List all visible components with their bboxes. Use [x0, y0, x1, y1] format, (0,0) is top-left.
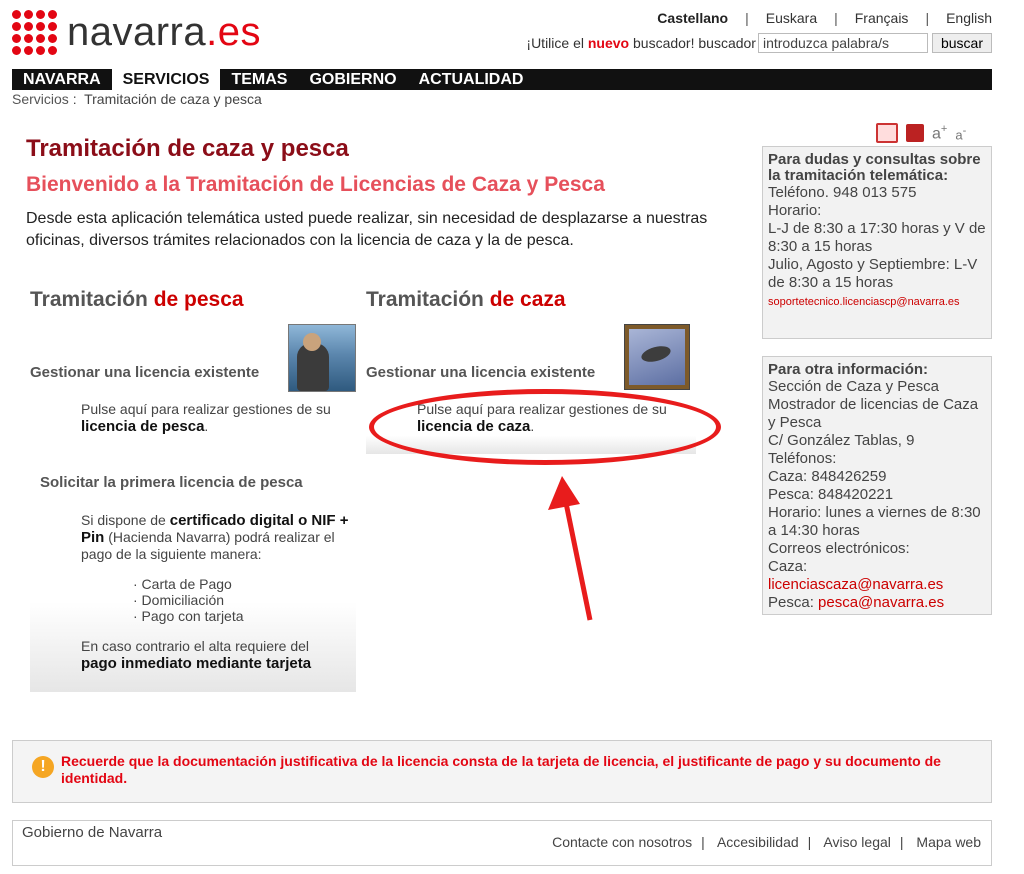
footer: Gobierno de Navarra Contacte con nosotro…: [12, 820, 992, 866]
warning-icon: !: [32, 756, 54, 778]
print-icon[interactable]: [876, 123, 898, 144]
info-line: C/ González Tablas, 9: [768, 432, 915, 449]
support-hours: L-J de 8:30 a 17:30 horas y V de 8:30 a …: [768, 220, 986, 255]
logo-dots-icon: [12, 9, 57, 55]
footer-links: Contacte con nosotros | Accesibilidad | Av…: [552, 834, 981, 850]
nav-servicios[interactable]: SERVICIOS: [111, 69, 221, 90]
pesca-first-license-heading: Solicitar la primera licencia de pesca: [40, 474, 303, 491]
nav-gobierno[interactable]: GOBIERNO: [298, 69, 407, 90]
support-phone: Teléfono. 948 013 575: [768, 184, 917, 201]
search-suffix: buscador! buscador: [633, 35, 756, 51]
footer-gov-link[interactable]: Gobierno de Navarra: [22, 824, 162, 841]
documentation-notice: ! Recuerde que la documentación justific…: [12, 740, 992, 803]
lang-english[interactable]: English: [946, 10, 992, 26]
notice-text: Recuerde que la documentación justificat…: [61, 753, 941, 786]
caza-email-line: Caza: licenciascaza@navarra.es: [768, 558, 944, 593]
font-increase-icon[interactable]: a+: [932, 123, 947, 143]
font-decrease-icon[interactable]: a-: [955, 125, 966, 142]
pesca-manage-link[interactable]: Pulse aquí para realizar gestiones de su…: [81, 401, 351, 435]
info-line: Teléfonos:: [768, 450, 837, 467]
page-title: Tramitación de caza y pesca: [26, 135, 349, 162]
info-line: Correos electrónicos:: [768, 540, 910, 557]
caza-manage-heading: Gestionar una licencia existente: [366, 364, 596, 381]
search-prefix: ¡Utilice el: [526, 35, 584, 51]
footer-sitemap-link[interactable]: Mapa web: [916, 834, 981, 850]
lang-francais[interactable]: Français: [855, 10, 909, 26]
nav-navarra[interactable]: NAVARRA: [12, 69, 112, 90]
info-line: Sección de Caza y Pesca: [768, 378, 939, 395]
search-button[interactable]: buscar: [931, 33, 992, 53]
support-title: Para dudas y consultas sobre la tramitac…: [768, 151, 981, 184]
list-item: · Domiciliación: [133, 592, 225, 608]
caza-section-title: Tramitación de caza: [366, 288, 566, 311]
duck-image: [624, 324, 690, 390]
nav-temas[interactable]: TEMAS: [220, 69, 298, 90]
pesca-section-title: Tramitación de pesca: [30, 288, 244, 311]
lang-castellano: Castellano: [657, 10, 729, 26]
intro-text: Desde esta aplicación telemática usted p…: [26, 210, 708, 249]
footer-contact-link[interactable]: Contacte con nosotros: [552, 834, 692, 850]
pesca-card-payment-link[interactable]: En caso contrario el alta requiere del pa…: [81, 638, 356, 672]
pesca-email-line: Pesca: pesca@navarra.es: [768, 594, 945, 611]
info-line: Pesca: 848420221: [768, 486, 894, 503]
navarra-logo[interactable]: navarra.es: [12, 9, 261, 55]
pesca-email-link[interactable]: pesca@navarra.es: [818, 594, 944, 611]
list-item: · Carta de Pago: [133, 576, 232, 592]
language-selector: Castellano | Euskara | Français | Englis…: [657, 10, 992, 26]
caza-email-link[interactable]: licenciascaza@navarra.es: [768, 576, 943, 593]
info-line: Caza: 848426259: [768, 468, 887, 485]
page-tools: a+ a-: [876, 123, 966, 144]
footer-legal-link[interactable]: Aviso legal: [823, 834, 890, 850]
lang-euskara[interactable]: Euskara: [766, 10, 817, 26]
search-new-label: nuevo: [587, 35, 630, 51]
support-hours-label: Horario:: [768, 202, 822, 219]
pdf-icon[interactable]: [906, 124, 924, 143]
info-line: Mostrador de licencias de Caza y Pesca: [768, 396, 979, 431]
breadcrumb-servicios-link[interactable]: Servicios: [12, 91, 69, 107]
page-subtitle: Bienvenido a la Tramitación de Licencias…: [26, 173, 605, 196]
fisherman-image: [288, 324, 356, 392]
pesca-cert-text[interactable]: Si dispone de certificado digital o NIF …: [81, 512, 356, 563]
search-input[interactable]: [757, 33, 928, 53]
payment-options-list: · Carta de Pago · Domiciliación · Pago c…: [133, 576, 244, 624]
main-nav: NAVARRA SERVICIOS TEMAS GOBIERNO ACTUALI…: [12, 69, 992, 90]
footer-accessibility-link[interactable]: Accesibilidad: [717, 834, 799, 850]
support-email-link[interactable]: soportetecnico.licenciascp@navarra.es: [768, 296, 960, 308]
breadcrumb: Servicios : Tramitación de caza y pesca: [12, 91, 262, 107]
nav-actualidad[interactable]: ACTUALIDAD: [408, 69, 535, 90]
support-summer-hours: Julio, Agosto y Septiembre: L-V de 8:30 …: [768, 256, 978, 291]
pesca-manage-heading: Gestionar una licencia existente: [30, 364, 260, 381]
support-info-box: Para dudas y consultas sobre la tramitac…: [762, 146, 992, 339]
info-line: Horario: lunes a viernes de 8:30 a 14:30…: [768, 504, 981, 539]
other-info-box: Para otra información: Sección de Caza y…: [762, 356, 992, 615]
other-info-title: Para otra información:: [768, 361, 929, 378]
breadcrumb-current: Tramitación de caza y pesca: [84, 91, 262, 107]
list-item: · Pago con tarjeta: [133, 608, 244, 624]
annotation-circle: [369, 389, 721, 465]
logo-text: navarra.es: [67, 10, 261, 54]
annotation-arrow-icon: [548, 476, 593, 621]
search-bar: ¡Utilice el nuevo buscador! buscador bus…: [526, 33, 992, 53]
